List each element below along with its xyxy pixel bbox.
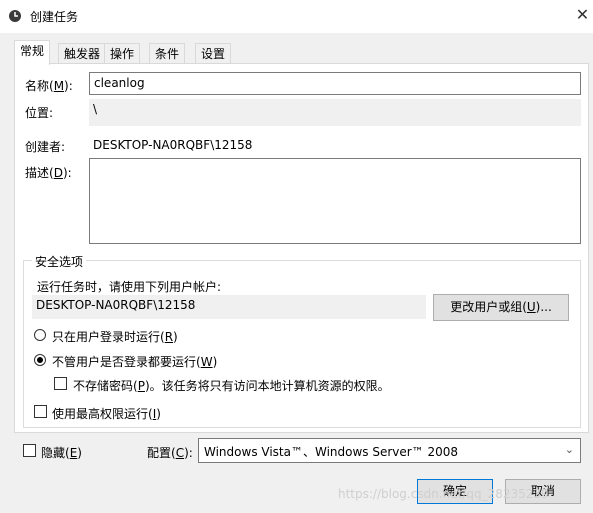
close-button[interactable]: ✕ xyxy=(572,4,593,26)
title-bar xyxy=(0,0,593,33)
tab-general[interactable]: 常规 xyxy=(14,40,51,65)
security-options-title: 安全选项 xyxy=(32,253,87,270)
run-only-logged-on-label: 只在用户登录时运行(R) xyxy=(52,330,178,344)
change-user-button[interactable]: 更改用户或组(U)... xyxy=(433,294,569,321)
description-label: 描述(D): xyxy=(25,166,72,180)
name-input[interactable]: cleanlog xyxy=(89,72,581,95)
tab-triggers[interactable]: 触发器 xyxy=(58,43,107,64)
configure-label: 配置(C): xyxy=(147,446,193,460)
run-as-prompt: 运行任务时，请使用下列用户帐户: xyxy=(37,280,222,294)
chevron-down-icon: ⌄ xyxy=(564,443,574,456)
run-whether-logged-on-radio[interactable] xyxy=(34,354,46,366)
tab-settings[interactable]: 设置 xyxy=(195,43,232,64)
configure-select-value: Windows Vista™、Windows Server™ 2008 xyxy=(204,445,459,459)
tab-actions[interactable]: 操作 xyxy=(104,43,141,64)
window-title: 创建任务 xyxy=(30,10,79,24)
location-label: 位置: xyxy=(25,106,54,120)
user-account-value: DESKTOP-NA0RQBF\12158 xyxy=(32,295,426,319)
run-only-logged-on-radio[interactable] xyxy=(34,329,46,341)
cancel-button[interactable]: 取消 xyxy=(505,479,581,504)
do-not-store-password-label: 不存储密码(P)。该任务将只有访问本地计算机资源的权限。 xyxy=(73,379,390,393)
task-clock-icon xyxy=(9,10,21,22)
hidden-label: 隐藏(E) xyxy=(41,446,82,460)
do-not-store-password-checkbox[interactable] xyxy=(54,377,67,390)
location-value: \ xyxy=(89,99,581,126)
author-value: DESKTOP-NA0RQBF\12158 xyxy=(93,138,253,152)
hidden-checkbox[interactable] xyxy=(23,444,36,457)
tab-conditions[interactable]: 条件 xyxy=(149,43,186,64)
author-label: 创建者: xyxy=(25,140,66,154)
run-whether-logged-on-label: 不管用户是否登录都要运行(W) xyxy=(52,355,218,369)
configure-select[interactable]: Windows Vista™、Windows Server™ 2008 ⌄ xyxy=(198,438,581,463)
run-highest-privileges-label: 使用最高权限运行(I) xyxy=(52,407,161,421)
name-label: 名称(M): xyxy=(25,79,73,93)
description-textarea[interactable] xyxy=(89,158,581,244)
run-highest-privileges-checkbox[interactable] xyxy=(34,405,47,418)
ok-button[interactable]: 确定 xyxy=(417,479,493,504)
